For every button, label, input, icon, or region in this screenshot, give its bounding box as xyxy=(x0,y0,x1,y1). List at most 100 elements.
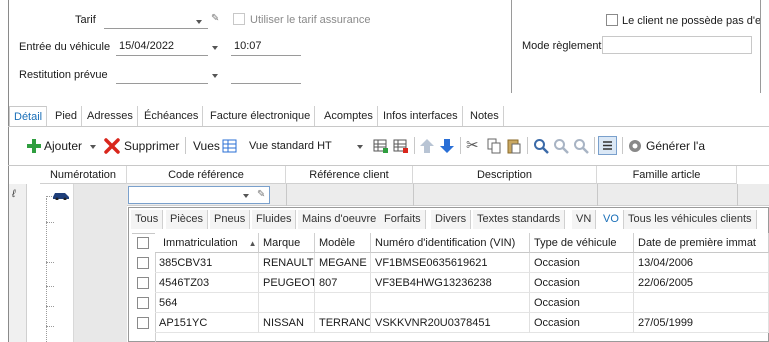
table-cell-marque[interactable]: RENAULT xyxy=(259,253,315,273)
search-icon[interactable] xyxy=(533,138,549,154)
table-cell-vin[interactable]: VSKKVNR20U0378451 xyxy=(371,313,530,333)
column-header-reference-client[interactable]: Référence client xyxy=(286,166,413,184)
table-cell-date-premiere-immat[interactable]: 22/06/2005 xyxy=(634,273,769,293)
vehicle-tab-pneus[interactable]: Pneus xyxy=(210,210,251,229)
entree-date-field[interactable]: 15/04/2022 xyxy=(116,39,208,56)
move-up-icon[interactable] xyxy=(419,138,435,154)
vehicle-tab-mains-oeuvre[interactable]: Mains d'oeuvre xyxy=(298,210,382,229)
row-checkbox[interactable] xyxy=(137,297,149,309)
table-cell-date-premiere-immat[interactable]: 27/05/1999 xyxy=(634,313,769,333)
table-cell-type-vehicule[interactable]: Occasion xyxy=(530,253,634,273)
column-header-modele[interactable]: Modèle xyxy=(315,233,371,253)
table-cell-vin[interactable]: VF1BMSE0635619621 xyxy=(371,253,530,273)
toolbar-separator xyxy=(414,137,415,154)
column-header-description[interactable]: Description xyxy=(413,166,597,184)
vehicle-tab-vo[interactable]: VO xyxy=(599,210,624,229)
table-cell-modele[interactable]: TERRANO xyxy=(315,313,371,333)
code-reference-dropdown-icon[interactable] xyxy=(243,194,249,198)
column-header-type-vehicule[interactable]: Type de véhicule xyxy=(530,233,634,253)
tarif-dropdown-icon[interactable] xyxy=(196,20,202,24)
restitution-label: Restitution prévue xyxy=(19,69,108,81)
entree-time-field[interactable]: 10:07 xyxy=(231,39,301,56)
delete-icon[interactable] xyxy=(104,138,120,154)
table-delete-icon[interactable] xyxy=(393,138,409,154)
table-cell-type-vehicule[interactable]: Occasion xyxy=(530,313,634,333)
views-label: Vues xyxy=(193,139,220,153)
table-cell-immatriculation[interactable]: 4546TZ03 xyxy=(155,273,259,293)
tab-infos-interfaces[interactable]: Infos interfaces xyxy=(379,106,463,126)
tab-facture-electronique[interactable]: Facture électronique xyxy=(206,106,316,126)
vehicle-tab-forfaits[interactable]: Forfaits xyxy=(380,210,426,229)
table-cell-marque[interactable] xyxy=(259,293,315,313)
add-icon[interactable] xyxy=(26,138,42,154)
paste-icon[interactable] xyxy=(506,138,522,154)
vehicle-tab-vn[interactable]: VN xyxy=(572,210,597,229)
tree-branch xyxy=(46,306,54,307)
table-cell-date-premiere-immat[interactable]: 13/04/2006 xyxy=(634,253,769,273)
delete-button[interactable]: Supprimer xyxy=(124,139,179,159)
generate-icon[interactable] xyxy=(627,138,643,154)
vehicle-tab-fluides[interactable]: Fluides xyxy=(252,210,297,229)
view-dropdown-icon[interactable] xyxy=(357,145,363,149)
copy-icon[interactable] xyxy=(486,138,502,154)
table-cell-vin[interactable] xyxy=(371,293,530,313)
row-checkbox[interactable] xyxy=(137,257,149,269)
table-cell-modele[interactable] xyxy=(315,293,371,313)
tree-branch xyxy=(46,326,54,327)
search-previous-icon[interactable] xyxy=(573,138,589,154)
column-header-code-reference[interactable]: Code référence xyxy=(127,166,286,184)
restitution-date-field[interactable] xyxy=(116,67,208,84)
code-reference-edit-icon[interactable]: ✎ xyxy=(257,190,267,200)
vehicle-tab-divers[interactable]: Divers xyxy=(431,210,472,229)
tab-notes[interactable]: Notes xyxy=(466,106,504,126)
mode-reglement-field[interactable] xyxy=(602,36,752,54)
entree-date-dropdown-icon[interactable] xyxy=(212,46,218,50)
tab-acomptes[interactable]: Acomptes xyxy=(320,106,378,126)
table-cell-type-vehicule[interactable]: Occasion xyxy=(530,293,634,313)
generate-button[interactable]: Générer l'a xyxy=(646,139,705,159)
vehicle-tab-tous[interactable]: Tous xyxy=(131,210,164,229)
select-all-checkbox[interactable] xyxy=(137,237,149,249)
search-next-icon[interactable] xyxy=(553,138,569,154)
view-select[interactable]: Vue standard HT xyxy=(249,140,332,160)
tarif-edit-icon[interactable]: ✎ xyxy=(211,14,221,24)
column-header-date-premiere-immat[interactable]: Date de première immat xyxy=(634,233,769,253)
column-header-famille-article[interactable]: Famille article xyxy=(597,166,737,184)
column-header-numerotation[interactable]: Numérotation xyxy=(40,166,127,184)
column-header-vin[interactable]: Numéro d'identification (VIN) xyxy=(371,233,530,253)
table-cell-modele[interactable]: 807 xyxy=(315,273,371,293)
row-checkbox[interactable] xyxy=(137,317,149,329)
table-cell-immatriculation[interactable]: 564 xyxy=(155,293,259,313)
table-cell-type-vehicule[interactable]: Occasion xyxy=(530,273,634,293)
vehicle-tab-tous-vehicules-clients[interactable]: Tous les véhicules clients xyxy=(624,210,757,229)
add-button[interactable]: Ajouter xyxy=(44,139,82,159)
right-divider xyxy=(760,0,761,93)
cut-icon[interactable]: ✂ xyxy=(466,138,482,154)
list-view-icon[interactable] xyxy=(598,136,617,155)
restitution-dropdown-icon[interactable] xyxy=(212,74,218,78)
table-cell-marque[interactable]: NISSAN xyxy=(259,313,315,333)
tarif-select[interactable] xyxy=(104,12,208,29)
client-checkbox[interactable] xyxy=(606,14,618,26)
table-cell-marque[interactable]: PEUGEOT xyxy=(259,273,315,293)
table-cell-immatriculation[interactable]: 385CBV31 xyxy=(155,253,259,273)
table-settings-icon[interactable] xyxy=(373,138,389,154)
tab-adresses[interactable]: Adresses xyxy=(83,106,138,126)
tab-echeances[interactable]: Échéances xyxy=(140,106,204,126)
vehicle-tab-pieces[interactable]: Pièces xyxy=(166,210,209,229)
column-header-immatriculation[interactable]: Immatriculation ▲ xyxy=(155,233,259,253)
add-dropdown-icon[interactable] xyxy=(90,145,96,149)
tab-detail[interactable]: Détail xyxy=(9,106,48,126)
assurance-checkbox[interactable] xyxy=(233,13,245,25)
table-cell-modele[interactable]: MEGANE xyxy=(315,253,371,273)
view-table-icon[interactable] xyxy=(222,138,238,154)
restitution-time-field[interactable] xyxy=(231,67,301,84)
table-cell-vin[interactable]: VF3EB4HWG13236238 xyxy=(371,273,530,293)
table-cell-immatriculation[interactable]: AP151YC xyxy=(155,313,259,333)
move-down-icon[interactable] xyxy=(439,138,455,154)
column-header-marque[interactable]: Marque xyxy=(259,233,315,253)
table-cell-date-premiere-immat[interactable] xyxy=(634,293,769,313)
row-checkbox[interactable] xyxy=(137,277,149,289)
tab-pied[interactable]: Pied xyxy=(51,106,83,126)
vehicle-tab-textes-standards[interactable]: Textes standards xyxy=(473,210,566,229)
